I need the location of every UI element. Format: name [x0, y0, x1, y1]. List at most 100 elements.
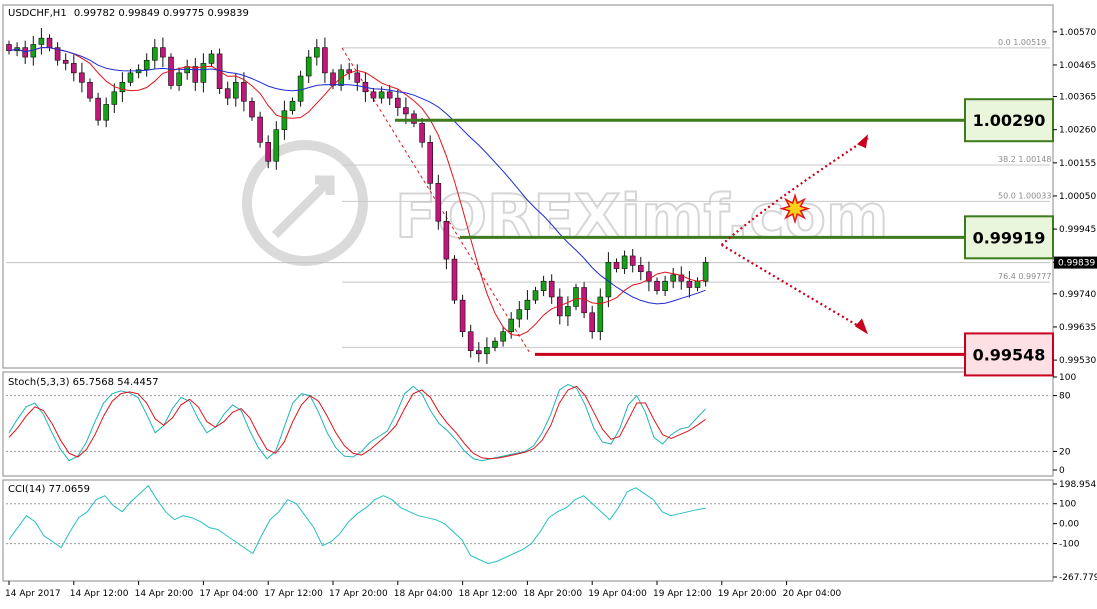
candle-body — [200, 63, 207, 83]
candle-body — [573, 287, 579, 307]
time-axis-label: 19 Apr 20:00 — [718, 589, 777, 599]
cci-axis-label: -267.7792 — [1059, 573, 1097, 583]
candle-body — [22, 47, 29, 58]
candle-body — [249, 100, 255, 118]
candle-body — [475, 350, 482, 355]
candle-body — [686, 280, 693, 288]
candle-body — [378, 91, 385, 99]
cci-axis-label: 0.00 — [1059, 520, 1079, 530]
time-axis-label: 17 Apr 04:00 — [199, 589, 258, 599]
price-axis-label: 0.99530 — [1059, 356, 1096, 366]
candle-body — [629, 255, 636, 266]
price-axis-label: 0.99635 — [1059, 323, 1096, 333]
time-axis-label: 19 Apr 12:00 — [653, 589, 712, 599]
time-axis-label: 18 Apr 04:00 — [394, 589, 453, 599]
bear-candle — [87, 78, 93, 102]
candle-body — [322, 47, 328, 74]
time-axis-label: 17 Apr 20:00 — [329, 589, 388, 599]
candle-body — [265, 142, 272, 162]
candle-body — [565, 306, 571, 317]
time-axis-label: 14 Apr 12:00 — [70, 589, 129, 599]
stoch-pane-frame — [2, 371, 1054, 477]
fib-label: 38.2 1.00148 — [998, 155, 1051, 164]
candle-body — [500, 331, 506, 342]
price-axis-label: 1.00050 — [1059, 192, 1096, 202]
cci-axis-label: 198.9541 — [1059, 480, 1097, 490]
cci-pane-frame — [2, 479, 1054, 582]
candle-body — [411, 113, 417, 124]
candle-body — [467, 331, 474, 351]
fib-label: 0.0 1.00519 — [998, 38, 1046, 47]
bull-candle — [573, 283, 579, 311]
candle-body — [160, 47, 166, 58]
candle-body — [281, 110, 288, 130]
candle-body — [87, 82, 93, 99]
candle-body — [702, 261, 709, 282]
candle-body — [484, 347, 490, 355]
stoch-axis-label: 100 — [1059, 373, 1076, 383]
level-label: 1.00290 — [973, 111, 1046, 130]
candle-body — [71, 63, 77, 74]
candle-body — [143, 59, 150, 71]
candle-body — [443, 220, 450, 260]
candle-body — [492, 340, 498, 348]
time-axis-label: 17 Apr 12:00 — [264, 589, 323, 599]
candle-body — [394, 97, 401, 108]
candle-body — [548, 280, 555, 298]
candle-body — [46, 37, 53, 48]
candle-body — [192, 66, 199, 83]
cci-axis-label: -100 — [1059, 540, 1080, 550]
candle-body — [354, 72, 361, 83]
breakout-burst-icon — [779, 193, 811, 225]
bear-candle — [459, 294, 466, 338]
candle-body — [654, 280, 660, 291]
time-axis-label: 18 Apr 12:00 — [459, 589, 518, 599]
time-axis-label: 19 Apr 04:00 — [588, 589, 647, 599]
price-axis-label: 1.00155 — [1059, 159, 1096, 169]
watermark-text: FOREXimf.com — [395, 182, 888, 252]
candle-body — [532, 290, 539, 301]
candle-body — [127, 72, 134, 83]
candle-body — [694, 280, 701, 288]
candle-body — [79, 72, 85, 83]
stoch-axis-label: 80 — [1059, 392, 1071, 402]
candle-body — [176, 72, 182, 86]
bear-candle — [257, 111, 263, 148]
candle-body — [427, 142, 434, 184]
price-axis-label: 1.00260 — [1059, 126, 1096, 136]
candle-body — [451, 258, 458, 301]
candle-body — [224, 88, 231, 99]
candle-body — [508, 318, 515, 333]
candle-body — [313, 47, 320, 58]
chart-window: FOREXimf.com 0.0 1.00519 38.2 1.00148 50.0… — [0, 0, 1097, 605]
candle-body — [386, 91, 393, 99]
candle-body — [6, 44, 12, 52]
candle-body — [289, 100, 296, 112]
candle-body — [459, 299, 466, 333]
candle-body — [419, 123, 425, 143]
candle-body — [273, 129, 280, 162]
candle-body — [370, 91, 377, 99]
fib-label: 50.0 1.00033 — [998, 191, 1051, 200]
candle-body — [208, 53, 215, 64]
cci-header: CCI(14) 77.0659 — [8, 484, 90, 495]
candle-body — [597, 296, 604, 333]
price-axis-label: 1.00570 — [1059, 28, 1096, 38]
candle-body — [403, 107, 409, 115]
candle-body — [435, 183, 442, 222]
stoch-axis-label: 0 — [1059, 466, 1065, 476]
stoch-axis-label: 20 — [1059, 447, 1071, 457]
candle-body — [119, 82, 126, 93]
cci-axis-label: 100 — [1059, 500, 1076, 510]
candle-body — [103, 104, 109, 121]
candle-body — [241, 82, 247, 102]
candle-body — [662, 280, 668, 291]
candle-body — [257, 116, 263, 143]
price-axis-label: 0.99740 — [1059, 290, 1096, 300]
candle-body — [38, 37, 45, 45]
candle-body — [233, 82, 239, 99]
candle-body — [524, 299, 531, 310]
stoch-header: Stoch(5,3,3) 65.7568 54.4457 — [8, 377, 159, 388]
candle-body — [589, 312, 596, 332]
level-label: 0.99919 — [973, 228, 1046, 247]
